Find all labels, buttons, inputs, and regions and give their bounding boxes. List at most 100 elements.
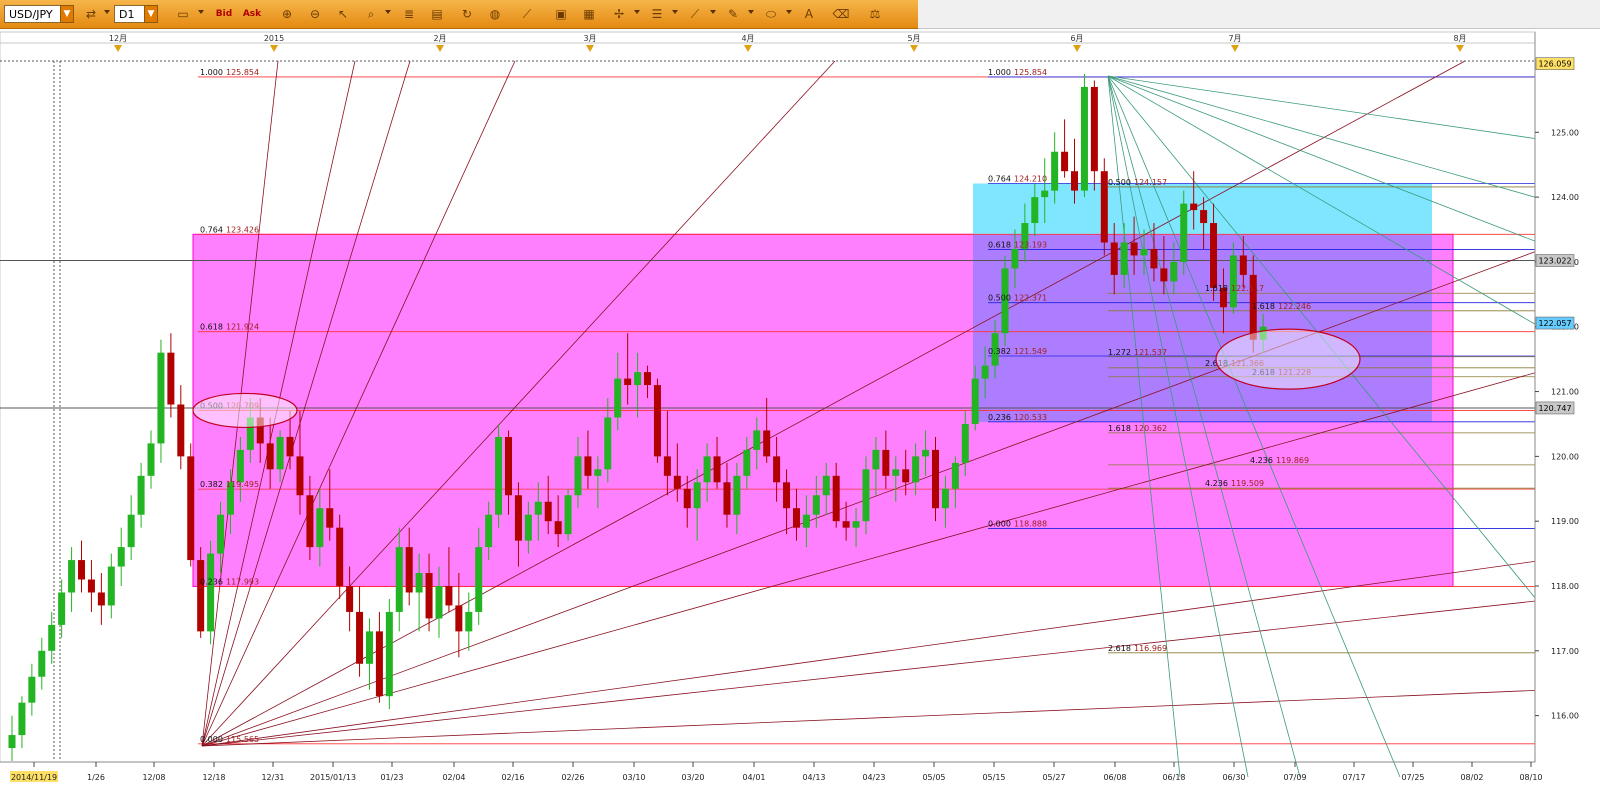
date-tick-label: 05/15 [982,773,1005,782]
candle-body [1130,242,1138,256]
candle-body [1239,255,1247,275]
candle-body [475,547,483,612]
candle-body [346,586,354,612]
candle-body [8,735,16,749]
candle-body [564,495,572,535]
fib-ext-label-ratio: 1.618 [1252,302,1275,311]
candle-body [931,449,939,509]
month-label: 2015 [264,34,284,43]
fib-left-label-price: 115.565 [226,735,259,744]
candle-body [336,527,344,586]
date-tick-label: 08/10 [1519,773,1542,782]
price-tick-label: 118.00 [1551,582,1579,591]
price-tick-label: 116.00 [1551,712,1579,721]
candle-body [544,501,552,522]
candle-body [1031,197,1039,224]
candle-body [614,378,622,418]
fib-right-label-ratio: 0.382 [988,347,1011,356]
candle-body [18,702,26,736]
candle-body [773,456,781,483]
candle-body [455,605,463,632]
candle-body [425,573,433,619]
candle-body [812,495,820,515]
fib-ext-label-price: 119.869 [1276,456,1309,465]
fib-ext-label-price: 121.537 [1134,348,1167,357]
candle-body [197,560,205,632]
candle-body [941,488,949,509]
date-axis[interactable]: 2014/11/19 1/26 12/08 12/18 12/31 2015/01/13 0… [0,761,1543,782]
candle-body [1160,268,1168,282]
highlight-ellipse-right [1215,328,1361,390]
date-tick-label: 06/18 [1162,773,1185,782]
price-tick-label: 121.00 [1551,388,1579,397]
candle-body [902,469,910,483]
candle-body [1229,255,1237,308]
candle-body [1190,203,1198,211]
candle-body [38,650,46,677]
price-flag-label: 122.057 [1538,319,1571,328]
date-tick-label: 12/31 [261,773,284,782]
fib-right-label-ratio: 1.000 [988,68,1011,77]
candle-body [207,553,215,632]
candle-body [1071,171,1079,191]
candle-body [882,449,890,476]
fib-left-label-ratio: 0.764 [200,225,223,234]
fib-right-label-ratio: 0.000 [988,519,1011,528]
candle-body [703,456,711,483]
month-label: 12月 [109,34,127,43]
candle-body [1120,242,1128,275]
candle-body [683,488,691,509]
month-label: 5月 [907,34,920,43]
fib-right-label-price: 122.371 [1014,294,1047,303]
candle-body [524,514,532,541]
fib-ext-label-ratio: 4.236 [1250,456,1273,465]
candle-body [137,475,145,515]
candle-body [495,436,503,515]
price-axis[interactable]: 116.00 117.00 118.00 119.00 120.00 121.00 122.… [1534,32,1600,762]
candle-body [415,573,423,593]
candle-body [912,456,920,483]
candle-body [465,611,473,632]
month-label: 6月 [1070,34,1083,43]
month-label: 7月 [1228,34,1241,43]
month-label: 3月 [583,34,596,43]
fib-left-label-price: 117.993 [226,577,259,586]
fib-right-label-price: 121.549 [1014,347,1047,356]
date-tick-label: 04/13 [802,773,825,782]
candle-body [316,508,324,548]
date-tick-label: 2015/01/13 [310,773,356,782]
month-label: 8月 [1453,34,1466,43]
month-label: 2月 [433,34,446,43]
date-tick-label: 06/30 [1222,773,1245,782]
fib-right-label-ratio: 0.618 [988,240,1011,249]
candle-body [1180,203,1188,262]
candle-body [48,624,56,651]
date-tick-label: 08/02 [1460,773,1483,782]
date-tick-label: 2014/11/19 [11,773,57,782]
date-tick-label: 02/04 [442,773,465,782]
candle-body [1140,248,1148,256]
candle-body [107,566,115,606]
candle-body [961,423,969,463]
date-tick-label: 07/17 [1342,773,1365,782]
date-tick-label: 03/20 [681,773,704,782]
price-tick-label: 117.00 [1551,647,1579,656]
candle-body [445,586,453,606]
price-tick-label: 125.00 [1551,128,1579,137]
price-chart[interactable]: 12月 2015 2月 3月 4月 5月 6月 7月 8月 1.000 125.8540.764 1… [0,0,1600,802]
fib-left-label-price: 121.924 [226,323,259,332]
fib-zone-right-overlap [973,234,1432,422]
candle-body [514,495,522,541]
candle-body [1080,86,1088,191]
candle-body [1100,171,1108,243]
fib-right-label-price: 124.210 [1014,175,1047,184]
candle-body [236,449,244,483]
candle-body [862,469,870,522]
fib-ext-label-price: 122.517 [1231,284,1264,293]
candle-body [594,469,602,476]
candle-body [951,462,959,489]
date-tick-label: 12/08 [142,773,165,782]
fib-right-label-price: 123.193 [1014,240,1047,249]
candle-body [604,417,612,470]
price-flag-label: 126.059 [1538,60,1571,69]
